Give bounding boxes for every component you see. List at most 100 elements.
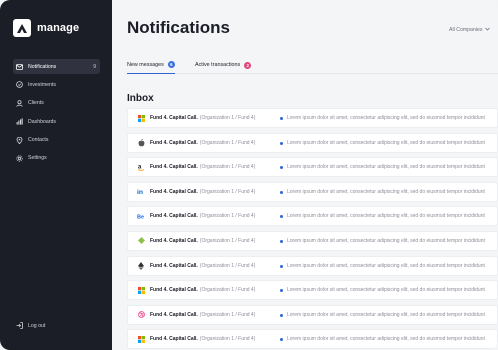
sidebar-item-label: Settings xyxy=(28,155,47,162)
row-title: Fund 4. Capital Call. xyxy=(150,262,198,269)
row-organization: (Organization 1 / Fund 4) xyxy=(199,336,256,343)
tab-count-badge: 2 xyxy=(244,61,252,69)
row-message: Lorem ipsum dolor sit amet, consectetur … xyxy=(287,139,485,146)
unread-dot xyxy=(280,190,283,194)
row-message: Lorem ipsum dolor sit amet, consectetur … xyxy=(287,188,485,195)
brand-logo-icon xyxy=(13,19,31,37)
mail-icon xyxy=(16,63,23,70)
row-message: Lorem ipsum dolor sit amet, consectetur … xyxy=(287,237,485,244)
row-organization: (Organization 1 / Fund 4) xyxy=(199,213,256,220)
row-organization: (Organization 1 / Fund 4) xyxy=(199,115,256,121)
sidebar-item-settings[interactable]: Settings xyxy=(13,151,100,166)
row-organization: (Organization 1 / Fund 4) xyxy=(199,188,256,195)
microsoft-icon xyxy=(137,286,145,294)
logout-button[interactable]: Log out xyxy=(16,322,45,329)
tab-bar: New messages 6 Active transactions 2 xyxy=(127,56,498,74)
sidebar: manage Notifications 9 Investments Clien… xyxy=(0,0,112,350)
linkedin-icon: in xyxy=(137,188,145,196)
microsoft-icon xyxy=(137,335,145,343)
company-filter-value: All Companies xyxy=(449,27,483,33)
bar-chart-icon xyxy=(16,118,23,125)
unread-dot xyxy=(280,239,283,243)
row-organization: (Organization 1 / Fund 4) xyxy=(199,139,256,146)
behance-icon: Be xyxy=(137,212,145,220)
row-title: Fund 4. Capital Call. xyxy=(150,188,198,195)
row-message: Lorem ipsum dolor sit amet, consectetur … xyxy=(287,311,485,318)
sidebar-item-label: Contacts xyxy=(28,137,49,144)
row-message: Lorem ipsum dolor sit amet, consectetur … xyxy=(287,336,485,343)
row-title: Fund 4. Capital Call. xyxy=(150,287,198,294)
row-title: Fund 4. Capital Call. xyxy=(150,139,198,146)
sidebar-item-contacts[interactable]: Contacts xyxy=(13,133,100,148)
inbox-row[interactable]: Fund 4. Capital Call. (Organization 1 / F… xyxy=(127,329,498,350)
inbox-row[interactable]: in Fund 4. Capital Call. (Organization 1 /… xyxy=(127,181,498,202)
notification-count-badge: 9 xyxy=(93,63,96,70)
svg-text:Be: Be xyxy=(137,215,144,220)
unread-dot xyxy=(280,141,283,145)
tab-active-transactions[interactable]: Active transactions 2 xyxy=(195,56,252,74)
unread-dot xyxy=(280,215,283,219)
app-window: manage Notifications 9 Investments Clien… xyxy=(0,0,498,350)
unread-dot xyxy=(280,338,283,342)
inbox-title: Inbox xyxy=(127,93,154,104)
sidebar-item-investments[interactable]: Investments xyxy=(13,77,100,92)
row-message: Lorem ipsum dolor sit amet, consectetur … xyxy=(287,262,485,269)
row-title: Fund 4. Capital Call. xyxy=(150,237,198,244)
brand-name: manage xyxy=(37,22,80,34)
unread-dot xyxy=(280,166,283,170)
logout-icon xyxy=(16,322,23,329)
user-icon xyxy=(16,99,23,107)
page-title: Notifications xyxy=(127,18,230,37)
tab-count-badge: 6 xyxy=(167,61,175,68)
inbox-row[interactable]: Fund 4. Capital Call. (Organization 1 / F… xyxy=(127,255,498,276)
inbox-row[interactable]: Be Fund 4. Capital Call. (Organization 1 /… xyxy=(127,206,498,227)
row-message: Lorem ipsum dolor sit amet, consectetur … xyxy=(287,115,485,121)
tab-new-messages[interactable]: New messages 6 xyxy=(127,56,175,74)
row-organization: (Organization 1 / Fund 4) xyxy=(199,311,256,318)
row-title: Fund 4. Capital Call. xyxy=(150,311,198,318)
chevron-down-icon xyxy=(485,27,491,33)
gear-icon xyxy=(16,155,23,162)
row-title: Fund 4. Capital Call. xyxy=(150,336,198,343)
inbox-row[interactable]: Fund 4. Capital Call. (Organization 1 / F… xyxy=(127,132,498,153)
inbox-row[interactable]: a Fund 4. Capital Call. (Organization 1 / … xyxy=(127,157,498,178)
unread-dot xyxy=(280,117,283,120)
company-filter-select[interactable]: All Companies xyxy=(449,27,491,33)
sidebar-item-label: Notifications xyxy=(28,63,57,70)
inbox-row[interactable]: Fund 4. Capital Call. (Organization 1 / F… xyxy=(127,230,498,251)
android-icon xyxy=(137,237,145,245)
row-message: Lorem ipsum dolor sit amet, consectetur … xyxy=(287,287,485,294)
unread-dot xyxy=(280,289,283,293)
row-title: Fund 4. Capital Call. xyxy=(150,213,198,220)
tab-label: Active transactions xyxy=(195,62,241,68)
sidebar-nav: Notifications 9 Investments Clients Dash… xyxy=(13,59,100,169)
ethereum-icon xyxy=(137,261,145,270)
row-message: Lorem ipsum dolor sit amet, consectetur … xyxy=(287,213,485,220)
sidebar-item-notifications[interactable]: Notifications 9 xyxy=(13,59,100,74)
sidebar-item-label: Investments xyxy=(28,81,56,88)
svg-text:in: in xyxy=(137,189,143,195)
row-message: Lorem ipsum dolor sit amet, consectetur … xyxy=(287,164,485,171)
sidebar-item-label: Clients xyxy=(28,100,44,107)
row-organization: (Organization 1 / Fund 4) xyxy=(199,164,256,171)
tab-label: New messages xyxy=(127,61,164,68)
brand[interactable]: manage xyxy=(13,19,79,37)
apple-icon xyxy=(137,138,145,147)
map-pin-icon xyxy=(16,136,23,144)
unread-dot xyxy=(280,313,283,317)
row-organization: (Organization 1 / Fund 4) xyxy=(199,287,256,294)
inbox-row[interactable]: Fund 4. Capital Call. (Organization 1 / F… xyxy=(127,304,498,325)
dribbble-icon xyxy=(137,311,145,319)
sidebar-item-clients[interactable]: Clients xyxy=(13,96,100,111)
inbox-row[interactable]: Fund 4. Capital Call. (Organization 1 / F… xyxy=(127,108,498,128)
unread-dot xyxy=(280,264,283,268)
row-organization: (Organization 1 / Fund 4) xyxy=(199,237,256,244)
inbox-row[interactable]: Fund 4. Capital Call. (Organization 1 / F… xyxy=(127,280,498,301)
inbox-list: Fund 4. Capital Call. (Organization 1 / F… xyxy=(127,108,498,350)
row-title: Fund 4. Capital Call. xyxy=(150,164,198,171)
logout-label: Log out xyxy=(28,322,46,329)
row-organization: (Organization 1 / Fund 4) xyxy=(199,262,256,269)
sidebar-item-dashboards[interactable]: Dashboards xyxy=(13,114,100,129)
amazon-icon: a xyxy=(137,163,145,171)
main-content: Notifications All Companies New messages… xyxy=(112,0,498,350)
